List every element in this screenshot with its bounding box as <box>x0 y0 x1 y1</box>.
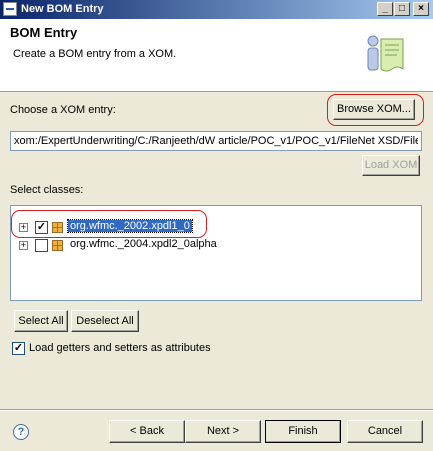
next-label: Next > <box>206 425 240 437</box>
help-icon[interactable]: ? <box>13 424 29 440</box>
class-label[interactable]: org.wfmc._2004.xpdl2_0alpha <box>70 238 217 250</box>
page-title: BOM Entry <box>10 25 78 40</box>
deselect-all-button[interactable]: Deselect All <box>71 310 139 332</box>
class-checkbox[interactable] <box>35 239 48 252</box>
window-title: New BOM Entry <box>21 3 104 15</box>
close-button[interactable]: × <box>413 2 429 16</box>
annotation-class-highlight <box>11 210 207 238</box>
select-all-button[interactable]: Select All <box>14 310 68 332</box>
load-getters-label: Load getters and setters as attributes <box>29 342 211 354</box>
package-icon <box>52 240 63 251</box>
minimize-button[interactable]: _ <box>377 2 393 16</box>
footer-divider <box>0 409 433 411</box>
cancel-button[interactable]: Cancel <box>347 420 423 443</box>
xom-label: Choose a XOM entry: <box>10 104 116 116</box>
back-label: < Back <box>130 425 164 437</box>
annotation-browse-highlight <box>327 94 424 126</box>
cancel-label: Cancel <box>367 425 403 437</box>
next-button[interactable]: Next > <box>185 420 261 443</box>
back-button[interactable]: < Back <box>109 420 185 443</box>
maximize-button[interactable]: □ <box>394 2 410 16</box>
xom-path-field[interactable] <box>10 131 422 151</box>
tree-row[interactable]: + org.wfmc._2004.xpdl2_0alpha <box>19 238 414 252</box>
app-icon <box>3 2 17 16</box>
classes-label: Select classes: <box>10 184 84 196</box>
load-getters-checkbox[interactable]: ✓ <box>12 342 25 355</box>
header-banner: BOM Entry Create a BOM entry from a XOM. <box>0 19 433 92</box>
bom-wizard-icon <box>367 35 404 72</box>
title-bar[interactable]: New BOM Entry _ □ × <box>0 0 433 19</box>
expand-icon[interactable]: + <box>19 241 28 250</box>
load-xom-button[interactable]: Load XOM <box>362 155 420 176</box>
finish-label: Finish <box>288 425 318 437</box>
finish-button[interactable]: Finish <box>265 420 341 443</box>
page-description: Create a BOM entry from a XOM. <box>13 48 177 60</box>
